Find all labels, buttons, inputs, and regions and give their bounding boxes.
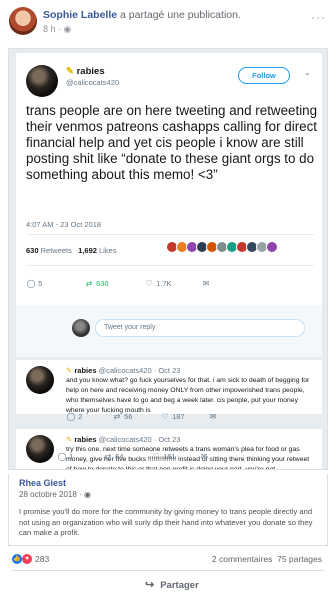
reply-actions: ◯ 2 ⇄ 56 ♡ 187 ✉ xyxy=(66,412,286,424)
commenter-name[interactable]: Rhea Giest xyxy=(19,478,66,488)
comment-date[interactable]: 28 octobre 2018 · xyxy=(19,490,84,499)
tweet-date: 4:07 AM - 23 Oct 2018 xyxy=(26,220,102,229)
tweet-screenshot[interactable]: ✎ rabies @calicocats420 Follow ⌄ trans p… xyxy=(8,48,328,470)
like-count: 161 xyxy=(161,452,176,461)
divider xyxy=(16,427,322,428)
reply-count: 5 xyxy=(38,279,43,288)
author-name[interactable]: Sophie Labelle xyxy=(43,9,117,21)
retweet-icon: ⇄ xyxy=(113,412,121,421)
comments-count[interactable]: 2 commentaires xyxy=(212,554,272,564)
tweet-display-name: rabies xyxy=(76,66,105,77)
retweet-count: 64 xyxy=(113,452,124,461)
divider xyxy=(26,234,314,235)
likes-count: 1,692 xyxy=(78,246,97,255)
retweets-count: 630 xyxy=(26,246,39,255)
reply-text: and you know what? go fuck yourselves fo… xyxy=(66,377,310,414)
reactions-count[interactable]: 283 xyxy=(35,554,49,564)
divider xyxy=(12,570,324,571)
message-icon: ✉ xyxy=(202,279,210,288)
reply-icon: ◯ xyxy=(57,452,67,461)
reply-handle: @calicocats420 · Oct 23 xyxy=(98,435,181,444)
pencil-icon: ✎ xyxy=(66,366,73,375)
message-icon: ✉ xyxy=(209,412,217,421)
tweet-handle: @calicocats420 xyxy=(66,78,120,87)
retweet-count: 630 xyxy=(96,279,109,288)
share-icon: ↪ xyxy=(145,579,155,591)
like-count: 1.7K xyxy=(156,279,172,288)
heart-icon: ♡ xyxy=(152,452,160,461)
like-count: 187 xyxy=(172,412,185,421)
reply-tweet-avatar xyxy=(26,435,54,463)
reply-handle: @calicocats420 · Oct 23 xyxy=(98,366,181,375)
heart-icon: ♡ xyxy=(145,279,153,288)
reply-composer: Tweet your reply xyxy=(16,305,322,357)
reply-count: 1 xyxy=(67,452,74,461)
reply-count: 2 xyxy=(78,412,83,421)
post-time[interactable]: 8 h xyxy=(43,24,56,34)
post-header: Sophie Labelle a partagé une publication… xyxy=(0,0,336,42)
like-reaction-icon[interactable]: 👍 xyxy=(12,554,22,564)
reply-tweet: ✎ rabies @calicocats420 · Oct 23 and you… xyxy=(16,360,322,414)
globe-icon: ◉ xyxy=(83,490,91,499)
post-action-text: a partagé une publication. xyxy=(117,9,241,21)
pencil-icon: ✎ xyxy=(66,66,74,77)
reply-avatar xyxy=(72,319,90,337)
reactions-bar: 👍 ♥ 283 2 commentaires 75 partages xyxy=(8,552,328,568)
reply-input: Tweet your reply xyxy=(95,319,305,337)
reply-icon: ◯ xyxy=(66,412,76,421)
love-reaction-icon[interactable]: ♥ xyxy=(22,554,32,564)
reply-tweet-avatar xyxy=(26,366,54,394)
divider xyxy=(26,265,314,266)
retweet-icon: ⇄ xyxy=(85,279,93,288)
share-button[interactable]: ↪ Partager xyxy=(145,578,199,591)
liker-avatar xyxy=(266,241,278,253)
chevron-down-icon: ⌄ xyxy=(304,68,311,77)
shares-count[interactable]: 75 partages xyxy=(277,554,322,564)
tweet-stats: 630 Retweets 1,692 Likes xyxy=(26,246,117,255)
reply-icon: ◯ xyxy=(26,279,36,288)
tweet-actions: ◯ 5 ⇄ 630 ♡ 1.7K ✉ xyxy=(26,279,266,291)
reply-actions: ◯ 1 ⇄ 64 ♡ 161 ✉ xyxy=(57,452,297,464)
retweets-label: Retweets xyxy=(40,246,72,255)
tweet-text: trans people are on here tweeting and re… xyxy=(26,103,318,182)
comment-text: I promise you'll do more for the communi… xyxy=(19,507,313,537)
heart-icon: ♡ xyxy=(161,412,169,421)
pencil-icon: ✎ xyxy=(66,435,73,444)
main-tweet: ✎ rabies @calicocats420 Follow ⌄ trans p… xyxy=(16,53,322,357)
globe-icon: · ◉ xyxy=(58,24,72,34)
share-label: Partager xyxy=(160,580,199,591)
reply-display-name: rabies xyxy=(74,366,97,375)
message-icon: ✉ xyxy=(200,452,208,461)
avatar[interactable] xyxy=(9,7,37,35)
follow-button: Follow xyxy=(238,67,290,84)
tweet-avatar xyxy=(26,65,58,97)
reply-display-name: rabies xyxy=(74,435,97,444)
more-options-icon[interactable]: ··· xyxy=(311,10,326,24)
comment: Rhea Giest 28 octobre 2018 · ◉ I promise… xyxy=(8,474,328,546)
retweet-icon: ⇄ xyxy=(104,452,112,461)
likes-label: Likes xyxy=(99,246,117,255)
retweet-count: 56 xyxy=(124,412,133,421)
